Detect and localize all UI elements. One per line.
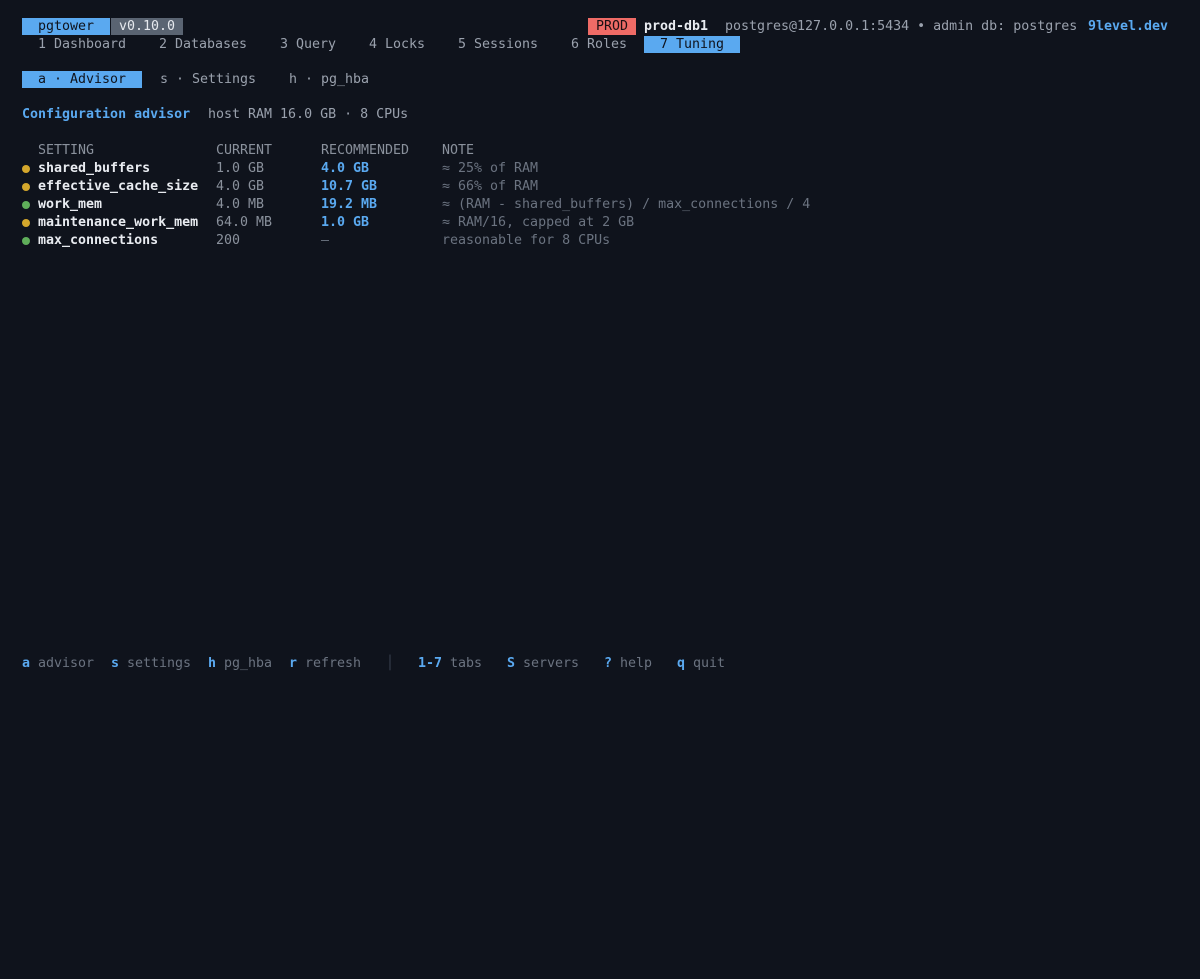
table-row[interactable]: effective_cache_size 4.0 GB 10.7 GB ≈ 66… [22,178,1022,196]
recommended-value: 4.0 GB [321,161,370,176]
setting-name: effective_cache_size [38,179,199,194]
note-text: ≈ (RAM - shared_buffers) / max_connectio… [442,197,811,212]
connection-info: PROD prod-db1 postgres@127.0.0.1:5434 • … [588,18,1168,36]
footer-separator: │ [386,656,395,671]
title-bar: pgtower v0.10.0 [22,18,184,36]
note-text: ≈ RAM/16, capped at 2 GB [442,215,635,230]
status-ok-icon [22,237,30,245]
tab-sessions[interactable]: 5 Sessions [458,36,538,54]
note-text: ≈ 66% of RAM [442,179,539,194]
hint-label: settings [127,656,192,671]
setting-name: work_mem [38,197,103,212]
current-value: 4.0 MB [216,197,265,212]
hint-label: advisor [38,656,95,671]
hint-key[interactable]: a [22,655,30,673]
subtab-settings[interactable]: s · Settings [160,71,256,89]
setting-name: max_connections [38,233,159,248]
host-name: prod-db1 [644,19,709,34]
status-warn-icon [22,219,30,227]
section-title: Configuration advisor [22,107,191,122]
sub-tabs: a · Advisor s · Settings h · pg_hba [22,71,822,89]
current-value: 4.0 GB [216,179,265,194]
note-text: ≈ 25% of RAM [442,161,539,176]
column-header-current: CURRENT [216,143,273,158]
hint-label: quit [693,656,726,671]
hint-label: servers [523,656,580,671]
tab-roles[interactable]: 6 Roles [571,36,627,54]
recommended-value: 1.0 GB [321,215,370,230]
hint-label: help [620,656,653,671]
hint-key[interactable]: ? [604,655,612,673]
site-link[interactable]: 9level.dev [1088,18,1168,36]
hint-label: refresh [305,656,362,671]
hint-key[interactable]: S [507,655,515,673]
table-row[interactable]: work_mem 4.0 MB 19.2 MB ≈ (RAM - shared_… [22,196,1022,214]
subtab-pg-hba[interactable]: h · pg_hba [289,71,369,89]
current-value: 1.0 GB [216,161,265,176]
setting-name: maintenance_work_mem [38,215,199,230]
table-row[interactable]: shared_buffers 1.0 GB 4.0 GB ≈ 25% of RA… [22,160,1022,178]
tab-tuning[interactable]: 7 Tuning [644,36,741,53]
connection-string: postgres@127.0.0.1:5434 • admin db: post… [725,19,1078,34]
note-text: reasonable for 8 CPUs [442,233,611,248]
table-header: SETTING CURRENT RECOMMENDED NOTE [22,142,922,160]
current-value: 64.0 MB [216,215,273,230]
table-row[interactable]: max_connections 200 — reasonable for 8 C… [22,232,1022,250]
advisor-header: Configuration advisor host RAM 16.0 GB ·… [22,106,822,124]
app-name: pgtower [22,18,111,35]
subtab-advisor[interactable]: a · Advisor [22,71,143,88]
recommended-value: — [321,233,330,248]
host-info: host RAM 16.0 GB · 8 CPUs [208,107,409,122]
env-badge: PROD [588,18,637,35]
status-warn-icon [22,165,30,173]
hint-key[interactable]: r [289,655,297,673]
column-header-setting: SETTING [38,143,95,158]
hint-label: tabs [450,656,483,671]
column-header-note: NOTE [442,143,475,158]
recommended-value: 10.7 GB [321,179,378,194]
hint-key[interactable]: s [111,655,119,673]
hint-key[interactable]: h [208,655,216,673]
status-warn-icon [22,183,30,191]
tab-dashboard[interactable]: 1 Dashboard [38,36,126,54]
setting-name: shared_buffers [38,161,151,176]
current-value: 200 [216,233,241,248]
main-tabs: 1 Dashboard 2 Databases 3 Query 4 Locks … [22,36,1022,54]
hint-label: pg_hba [224,656,273,671]
hint-key[interactable]: q [677,655,685,673]
tab-query[interactable]: 3 Query [280,36,336,54]
recommended-value: 19.2 MB [321,197,378,212]
version-badge: v0.10.0 [111,18,184,35]
tab-locks[interactable]: 4 Locks [369,36,425,54]
tab-databases[interactable]: 2 Databases [159,36,247,54]
hint-key[interactable]: 1-7 [418,655,442,673]
status-ok-icon [22,201,30,209]
footer-hints: a advisor s settings h pg_hba r refresh … [22,655,1022,673]
column-header-recommended: RECOMMENDED [321,143,410,158]
table-row[interactable]: maintenance_work_mem 64.0 MB 1.0 GB ≈ RA… [22,214,1022,232]
